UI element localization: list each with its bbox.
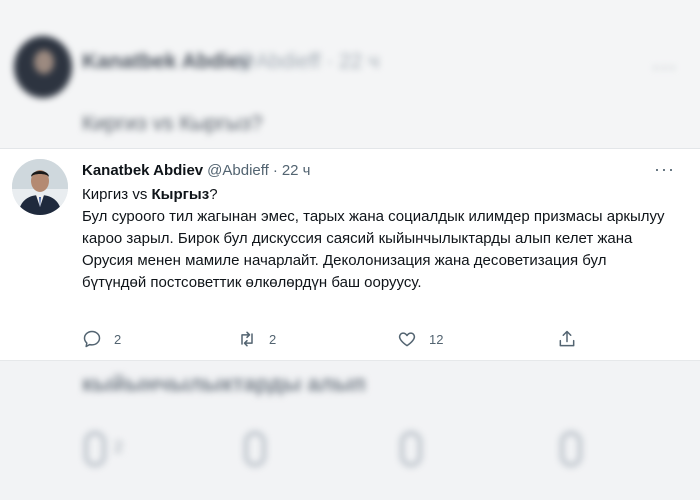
heart-icon xyxy=(400,431,422,467)
retweet-count: 2 xyxy=(269,331,277,347)
like-button[interactable]: 12 xyxy=(397,329,443,349)
tweet-body: Бул суроого тил жагынан эмес, тарых жана… xyxy=(82,208,665,291)
author-name: Kanatbek Abdiev xyxy=(82,50,252,73)
tweet-text: кыйынчылыктарды алып xyxy=(82,371,366,396)
reply-button[interactable]: 2 xyxy=(82,329,121,349)
tweet-text: Киргиз vs Кыргыз? xyxy=(82,112,263,135)
author-handle: @Abdieff · 22 ч xyxy=(234,50,380,73)
reply-count: 2 xyxy=(114,439,123,456)
next-tweet-blurred: кыйынчылыктарды алып 2 xyxy=(0,360,700,500)
retweet-icon xyxy=(244,431,266,467)
share-icon xyxy=(559,330,575,347)
timestamp[interactable]: 22 ч xyxy=(282,162,311,179)
previous-tweet-blurred: Kanatbek Abdiev @Abdieff · 22 ч Киргиз v… xyxy=(0,0,700,150)
reply-icon xyxy=(84,431,106,467)
reply-count: 2 xyxy=(114,331,122,347)
heart-icon xyxy=(398,332,416,347)
avatar-photo xyxy=(12,159,68,215)
avatar xyxy=(14,36,72,98)
retweet-icon xyxy=(241,331,253,347)
like-count: 12 xyxy=(429,331,444,347)
tweet[interactable]: Kanatbek Abdiev @Abdieff · 22 ч ··· Кирг… xyxy=(0,149,700,360)
retweet-button[interactable]: 2 xyxy=(237,329,276,349)
title-suffix: ? xyxy=(209,186,218,203)
ellipsis-icon: ··· xyxy=(652,54,677,79)
share-icon xyxy=(560,431,582,467)
tweet-header: Kanatbek Abdiev @Abdieff · 22 ч xyxy=(82,162,310,179)
tweet-actions: 2 2 12 xyxy=(82,329,582,351)
title-prefix: Киргиз vs xyxy=(82,186,152,203)
title-bold: Кыргыз xyxy=(151,186,210,203)
ellipsis-icon[interactable]: ··· xyxy=(654,159,675,180)
share-button[interactable] xyxy=(557,329,577,349)
separator: · xyxy=(272,162,278,179)
avatar[interactable] xyxy=(12,159,68,215)
author-handle[interactable]: @Abdieff xyxy=(207,162,269,179)
author-name[interactable]: Kanatbek Abdiev xyxy=(82,162,203,179)
tweet-title: Киргиз vs Кыргыз? xyxy=(82,184,218,206)
reply-icon xyxy=(83,330,101,348)
